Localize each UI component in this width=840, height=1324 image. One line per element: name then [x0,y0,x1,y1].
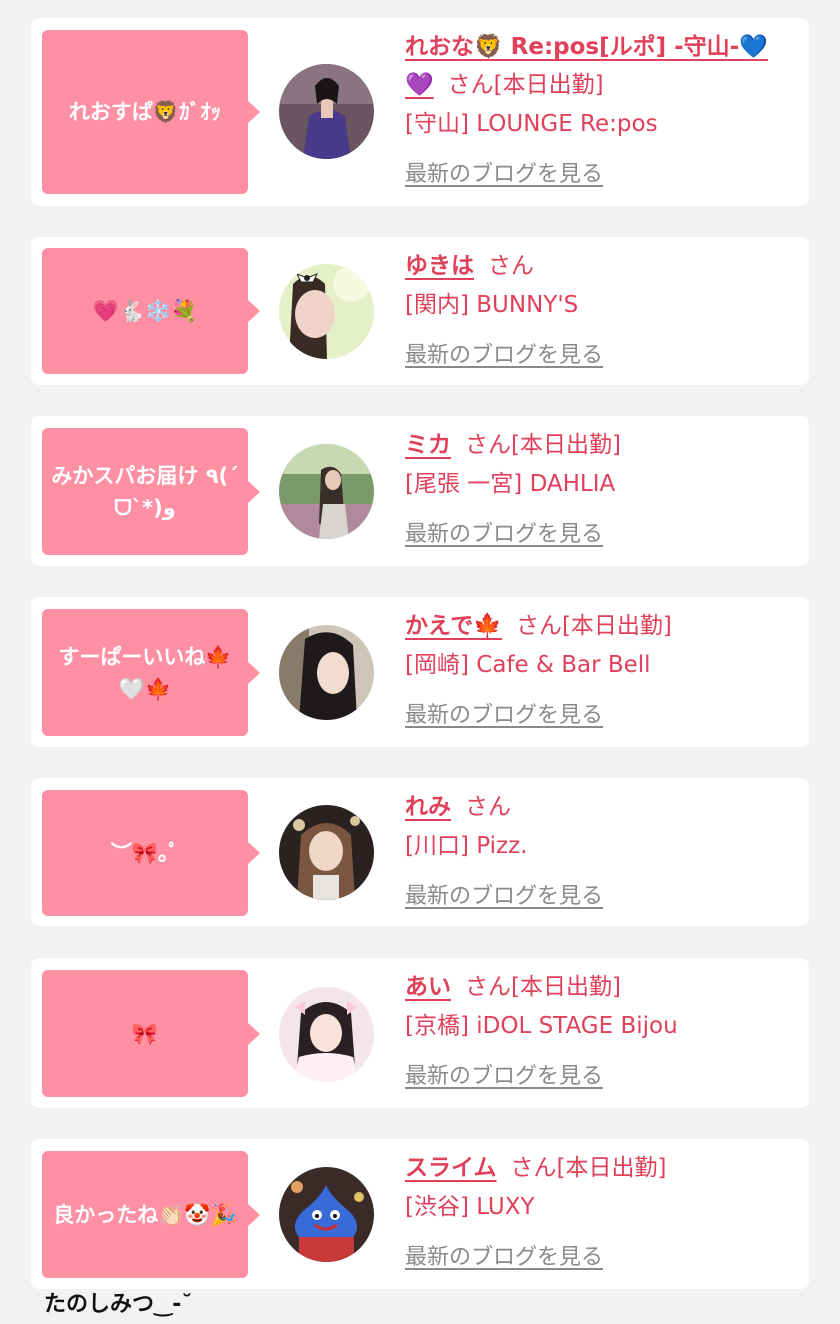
name-line: かえで🍁 さん[本日出勤] [405,607,795,645]
post-card: れおすぱ🦁ｶﾞｵｯ れおな🦁 Re:pos[ルポ] -守山-💙💜 さん[本日出勤]… [31,18,809,206]
post-info: ミカ さん[本日出勤] [尾張 一宮] DAHLIA 最新のブログを見る [405,426,795,548]
shop-name: [川口] Pizz. [405,833,528,859]
post-info: スライム さん[本日出勤] [渋谷] LUXY 最新のブログを見る [405,1149,795,1271]
shop-name: [岡崎] Cafe & Bar Bell [405,652,651,678]
slime-mask-photo [279,1167,374,1262]
comment-bubble: 💗🐇❄️💐 [42,248,260,374]
post-info: れみ さん [川口] Pizz. 最新のブログを見る [405,788,795,910]
post-card: みかスパお届け ٩(ˊᗜˋ*)و ミカ さん[本日出勤] [尾張 一宮] DAHL… [31,416,809,566]
girl-name-link[interactable]: スライム [405,1155,497,1181]
honorific: さん [447,72,494,98]
avatar[interactable] [279,625,374,720]
honorific: さん [488,253,534,279]
shop-name: [守山] LOUNGE Re:pos [405,111,658,137]
name-line: れおな🦁 Re:pos[ルポ] -守山-💙💜 さん[本日出勤] [405,28,795,104]
woman-in-purple-dress-photo [279,64,374,159]
status-badge: [本日出勤] [511,432,621,458]
latest-blog-link[interactable]: 最新のブログを見る [405,878,603,910]
avatar[interactable] [279,444,374,539]
shop-name: [渋谷] LUXY [405,1194,535,1220]
comment-bubble: 良かったね👏🏻🤡🎉 [42,1151,260,1278]
name-line: ゆきは さん [405,247,795,285]
honorific: さん [465,432,511,458]
name-line: ミカ さん[本日出勤] [405,426,795,464]
post-card: 良かったね👏🏻🤡🎉 スライム さん[本日出勤] [渋谷] LUXY 最新のブログを… [31,1139,809,1289]
next-comment-text: たのしみつ‿-˘ [44,1292,193,1317]
latest-blog-link[interactable]: 最新のブログを見る [405,337,603,369]
name-line: れみ さん [405,788,795,826]
post-info: れおな🦁 Re:pos[ルポ] -守山-💙💜 さん[本日出勤] [守山] LOUN… [405,28,795,188]
name-line: スライム さん[本日出勤] [405,1149,795,1187]
comment-bubble: すーぱーいいね🍁🤍🍁 [42,609,260,736]
girl-name-link[interactable]: れみ [405,794,451,820]
comment-bubble: ︶🎀｡ﾟ [42,790,260,916]
avatar[interactable] [279,1167,374,1262]
post-card: ︶🎀｡ﾟ れみ さん [川口] Pizz. 最新のブログを見る [31,778,809,926]
woman-dark-hair-photo [279,625,374,720]
name-line: あい さん[本日出勤] [405,968,795,1006]
honorific: さん [465,974,511,1000]
post-card: 💗🐇❄️💐 ゆきは さん [関内] BUNNY'S 最新のブログを見る [31,237,809,385]
woman-long-hair-photo [279,444,374,539]
post-info: あい さん[本日出勤] [京橋] iDOL STAGE Bijou 最新のブログを… [405,968,795,1090]
woman-smiling-photo [279,805,374,900]
girl-name-link[interactable]: かえで🍁 [405,613,502,639]
honorific: さん [515,613,562,639]
girl-name-link[interactable]: ゆきは [405,253,474,279]
status-badge: [本日出勤] [561,613,672,639]
latest-blog-link[interactable]: 最新のブログを見る [405,697,603,729]
status-badge: [本日出勤] [493,72,604,98]
post-info: ゆきは さん [関内] BUNNY'S 最新のブログを見る [405,247,795,369]
latest-blog-link[interactable]: 最新のブログを見る [405,156,603,188]
girl-name-link[interactable]: ミカ [405,432,451,458]
avatar[interactable] [279,264,374,359]
avatar[interactable] [279,805,374,900]
latest-blog-link[interactable]: 最新のブログを見る [405,516,603,548]
status-badge: [本日出勤] [511,974,621,1000]
latest-blog-link[interactable]: 最新のブログを見る [405,1058,603,1090]
honorific: さん [465,794,511,820]
girl-name-link[interactable]: あい [405,974,451,1000]
shop-name: [尾張 一宮] DAHLIA [405,471,616,497]
status-badge: [本日出勤] [556,1155,667,1181]
shop-name: [京橋] iDOL STAGE Bijou [405,1013,678,1039]
honorific: さん [510,1155,557,1181]
avatar[interactable] [279,987,374,1082]
comment-bubble: みかスパお届け ٩(ˊᗜˋ*)و [42,428,260,555]
shop-name: [関内] BUNNY'S [405,292,579,318]
woman-with-bow-photo [279,264,374,359]
woman-with-ribbons-photo [279,987,374,1082]
post-card: 🎀 あい さん[本日出勤] [京橋] iDOL STAGE Bijou 最新のブロ… [31,958,809,1108]
post-info: かえで🍁 さん[本日出勤] [岡崎] Cafe & Bar Bell 最新のブログ… [405,607,795,729]
comment-bubble: れおすぱ🦁ｶﾞｵｯ [42,30,260,194]
comment-bubble: 🎀 [42,970,260,1097]
avatar[interactable] [279,64,374,159]
latest-blog-link[interactable]: 最新のブログを見る [405,1239,603,1271]
post-card: すーぱーいいね🍁🤍🍁 かえで🍁 さん[本日出勤] [岡崎] Cafe & Bar … [31,597,809,747]
